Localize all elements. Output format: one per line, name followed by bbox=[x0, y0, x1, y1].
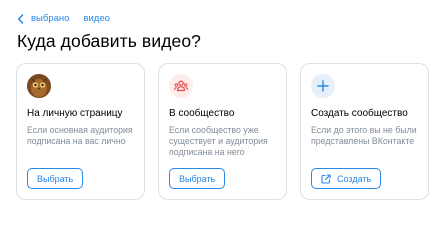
option-card-community[interactable]: В сообщество Если сообщество уже существ… bbox=[158, 63, 287, 200]
breadcrumb-item-selected[interactable]: выбрано bbox=[31, 13, 69, 24]
button-label: Создать bbox=[337, 173, 372, 184]
option-description: Если сообщество уже существует и аудитор… bbox=[169, 125, 268, 157]
users-icon bbox=[169, 74, 193, 98]
chevron-left-icon[interactable] bbox=[17, 13, 25, 24]
button-label: Выбрать bbox=[37, 173, 74, 184]
external-link-icon bbox=[321, 173, 331, 184]
options-list: На личную страницу Если основная аудитор… bbox=[16, 63, 429, 200]
page: выбрано видео Куда добавить видео? На ли… bbox=[0, 0, 445, 230]
plus-icon bbox=[311, 74, 335, 98]
page-title: Куда добавить видео? bbox=[17, 31, 202, 51]
option-description: Если основная аудитория подписана на вас… bbox=[27, 125, 133, 146]
option-title: На личную страницу bbox=[27, 108, 123, 119]
option-title: Создать сообщество bbox=[311, 108, 408, 119]
button-label: Выбрать bbox=[179, 173, 216, 184]
option-card-personal-page[interactable]: На личную страницу Если основная аудитор… bbox=[16, 63, 145, 200]
option-description: Если до этого вы не были представлены ВК… bbox=[311, 125, 417, 146]
user-avatar bbox=[27, 74, 51, 98]
option-title: В сообщество bbox=[169, 108, 235, 119]
breadcrumb: выбрано видео bbox=[17, 13, 110, 24]
select-community-button[interactable]: Выбрать bbox=[169, 168, 226, 189]
create-community-button[interactable]: Создать bbox=[311, 168, 382, 189]
option-card-create-community[interactable]: Создать сообщество Если до этого вы не б… bbox=[300, 63, 429, 200]
breadcrumb-item-video[interactable]: видео bbox=[83, 13, 109, 24]
select-personal-page-button[interactable]: Выбрать bbox=[27, 168, 84, 189]
